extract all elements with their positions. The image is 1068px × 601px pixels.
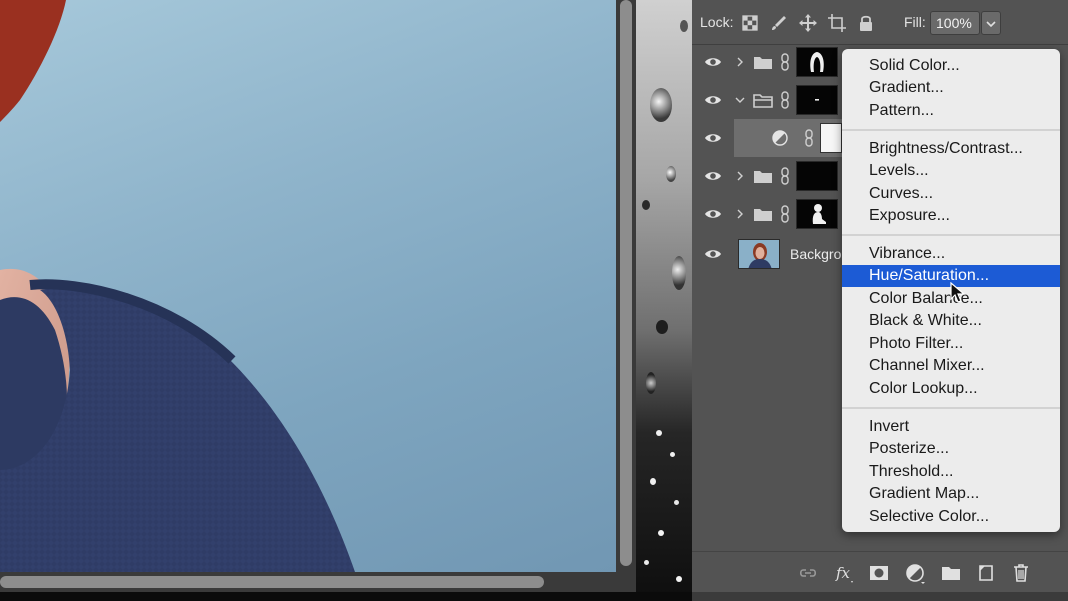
chevron-down-icon[interactable] [734,94,746,106]
link-icon[interactable] [803,128,815,148]
hair-shape [0,0,66,122]
add-mask-icon[interactable] [868,562,890,584]
background-window-photo [636,0,692,601]
lock-image-pixels-icon[interactable] [769,13,789,33]
menu-item-black-white[interactable]: Black & White... [842,310,1060,332]
menu-item-exposure[interactable]: Exposure... [842,205,1060,227]
layer-mask-thumbnail[interactable] [796,47,838,77]
eye-icon[interactable] [704,167,722,185]
background-layer-name: Backgro [790,246,842,262]
layer-mask-thumbnail[interactable] [796,199,838,229]
adjustment-layer-content[interactable] [692,119,842,157]
eye-icon[interactable] [704,91,722,109]
layer-row[interactable] [692,81,842,119]
adjustment-layer-icon [772,130,788,146]
link-icon[interactable] [779,166,791,186]
eye-icon[interactable] [704,129,722,147]
link-icon[interactable] [779,90,791,110]
lock-bar: Lock: Fill: 100% [692,0,1068,46]
horizontal-scrollbar[interactable] [0,576,544,588]
link-icon[interactable] [779,204,791,224]
portrait-photo [0,0,355,572]
layer-row[interactable] [692,195,842,233]
menu-item-solid-color[interactable]: Solid Color... [842,55,1060,77]
delete-layer-icon[interactable] [1010,562,1032,584]
svg-text:fx: fx [835,564,851,582]
mouse-pointer-icon [950,282,966,303]
chevron-right-icon[interactable] [734,208,746,220]
panel-footer [692,592,1068,601]
menu-separator [842,129,1060,131]
lock-transparent-pixels-icon[interactable] [740,13,760,33]
folder-icon [754,209,772,221]
new-adjustment-layer-icon[interactable] [904,562,926,584]
chevron-right-icon[interactable] [734,170,746,182]
layer-mask-thumbnail[interactable] [796,85,838,115]
menu-item-curves[interactable]: Curves... [842,183,1060,205]
background-layer-thumbnail[interactable] [738,239,780,269]
menu-item-levels[interactable]: Levels... [842,160,1060,182]
menu-item-brightness-contrast[interactable]: Brightness/Contrast... [842,138,1060,160]
menu-item-gradient-map[interactable]: Gradient Map... [842,483,1060,505]
background-layer-row[interactable]: Backgro [692,235,842,273]
lock-label: Lock: [700,14,734,30]
window-edge [0,592,692,601]
menu-item-posterize[interactable]: Posterize... [842,438,1060,460]
eye-icon[interactable] [704,245,722,263]
folder-icon [754,57,772,69]
eye-icon[interactable] [704,205,722,223]
fill-dropdown-button[interactable] [981,11,1001,35]
menu-item-threshold[interactable]: Threshold... [842,461,1060,483]
new-group-icon[interactable] [940,562,962,584]
menu-separator [842,234,1060,236]
fill-label: Fill: [904,14,926,30]
menu-item-selective-color[interactable]: Selective Color... [842,506,1060,528]
menu-item-gradient[interactable]: Gradient... [842,77,1060,99]
new-layer-icon[interactable] [975,562,997,584]
adjustment-mask-thumbnail[interactable] [820,123,842,153]
vertical-scrollbar[interactable] [620,0,632,566]
menu-item-color-lookup[interactable]: Color Lookup... [842,378,1060,400]
folder-open-icon [753,94,773,108]
menu-item-photo-filter[interactable]: Photo Filter... [842,333,1060,355]
chevron-down-icon [986,21,996,28]
layer-mask-thumbnail[interactable] [796,161,838,191]
menu-item-pattern[interactable]: Pattern... [842,100,1060,122]
layer-row[interactable] [692,157,842,195]
document-canvas[interactable] [0,0,616,572]
menu-separator [842,407,1060,409]
menu-item-vibrance[interactable]: Vibrance... [842,243,1060,265]
menu-item-channel-mixer[interactable]: Channel Mixer... [842,355,1060,377]
eye-icon[interactable] [704,53,722,71]
menu-item-invert[interactable]: Invert [842,416,1060,438]
fx-icon[interactable]: fx [833,562,855,584]
fill-input[interactable]: 100% [930,11,980,35]
link-layers-icon[interactable] [797,562,819,584]
link-icon[interactable] [779,52,791,72]
folder-icon [754,171,772,183]
lock-position-icon[interactable] [798,13,818,33]
lock-all-icon[interactable] [856,13,876,33]
layer-row[interactable] [692,43,842,81]
lock-artboard-icon[interactable] [827,13,847,33]
chevron-right-icon[interactable] [734,56,746,68]
